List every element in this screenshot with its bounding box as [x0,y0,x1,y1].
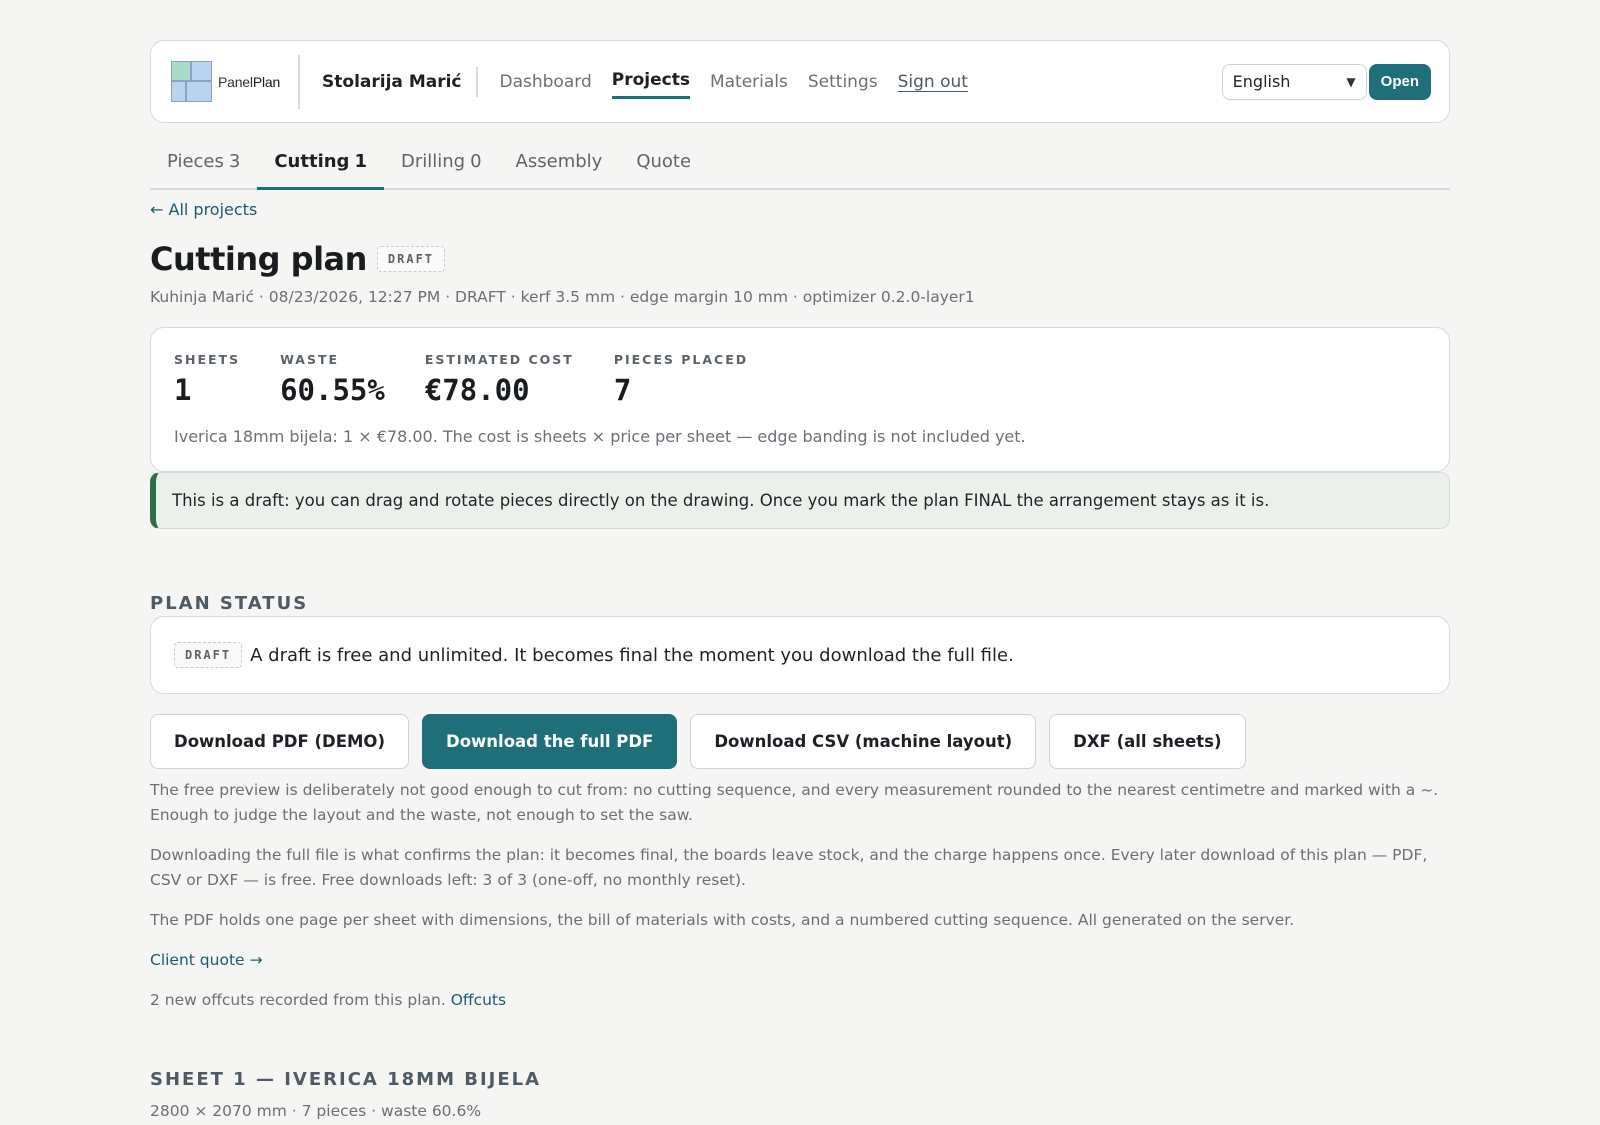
nav-projects[interactable]: Projects [611,64,690,99]
sheet-heading: SHEET 1 — IVERICA 18MM BIJELA [150,1068,542,1090]
project-tabs: Pieces 3 Cutting 1 Drilling 0 Assembly Quot… [150,140,1450,190]
plan-status-heading: PLAN STATUS [150,592,309,614]
stat-pieces-placed: PIECES PLACED 7 [613,352,749,407]
page-title: Cutting plan [150,240,367,278]
draft-notice: This is a draft: you can drag and rotate… [150,472,1450,529]
tab-quote[interactable]: Quote [619,140,708,190]
plan-meta: Kuhinja Marić · 08/23/2026, 12:27 PM · D… [150,288,975,306]
client-quote-row: Client quote → [150,948,1450,973]
logo[interactable]: PanelPlan [171,54,301,109]
nav-dashboard[interactable]: Dashboard [500,66,592,98]
title-row: Cutting plan DRAFT [150,240,446,278]
tab-cutting[interactable]: Cutting 1 [257,140,384,190]
top-header: PanelPlan Stolarija Marić Dashboard Proj… [150,40,1450,123]
plan-status-badge: DRAFT [174,642,243,668]
client-quote-link[interactable]: Client quote → [150,951,262,969]
preview-note: The free preview is deliberately not goo… [150,781,1439,824]
all-projects-link[interactable]: ← All projects [150,200,257,219]
status-badge: DRAFT [376,246,446,272]
language-value: English [1232,72,1291,91]
panel-grid-logo-icon [171,61,212,102]
cost-note: Iverica 18mm bijela: 1 × €78.00. The cos… [174,427,1026,446]
tab-drilling[interactable]: Drilling 0 [384,140,499,190]
chevron-down-icon: ▼ [1346,74,1356,89]
workshop-name: Stolarija Marić [300,66,478,97]
download-dxf-button[interactable]: DXF (all sheets) [1049,714,1246,769]
stats-card: SHEETS 1 WASTE 60.55% ESTIMATED COST €78… [150,327,1450,472]
tab-pieces[interactable]: Pieces 3 [150,140,257,190]
download-pdf-demo-button[interactable]: Download PDF (DEMO) [150,714,410,769]
nav-settings[interactable]: Settings [808,66,878,98]
sheet-meta: 2800 × 2070 mm · 7 pieces · waste 60.6% [150,1102,482,1120]
stat-estimated-cost: ESTIMATED COST €78.00 [424,352,574,407]
pdf-info-note: The PDF holds one page per sheet with di… [150,911,1295,929]
stat-sheets: SHEETS 1 [174,352,241,407]
open-button[interactable]: Open [1368,63,1431,100]
download-csv-button[interactable]: Download CSV (machine layout) [690,714,1037,769]
download-buttons: Download PDF (DEMO) Download the full PD… [150,714,1246,769]
offcuts-text: 2 new offcuts recorded from this plan. [150,991,446,1009]
main-nav: Dashboard Projects Materials Settings Si… [500,64,968,99]
plan-status-card: DRAFT A draft is free and unlimited. It … [150,616,1450,694]
tab-assembly[interactable]: Assembly [499,140,620,190]
download-full-pdf-button[interactable]: Download the full PDF [422,714,678,769]
language-select[interactable]: English ▼ [1221,63,1367,100]
logo-text: PanelPlan [218,73,281,90]
plan-status-text: A draft is free and unlimited. It become… [250,644,1014,666]
nav-materials[interactable]: Materials [710,66,788,98]
offcuts-link[interactable]: Offcuts [451,991,506,1009]
sign-out-link[interactable]: Sign out [898,66,968,98]
offcuts-row: 2 new offcuts recorded from this plan. O… [150,988,1450,1013]
stat-waste: WASTE 60.55% [280,352,385,407]
confirm-note: Downloading the full file is what confir… [150,846,1428,889]
